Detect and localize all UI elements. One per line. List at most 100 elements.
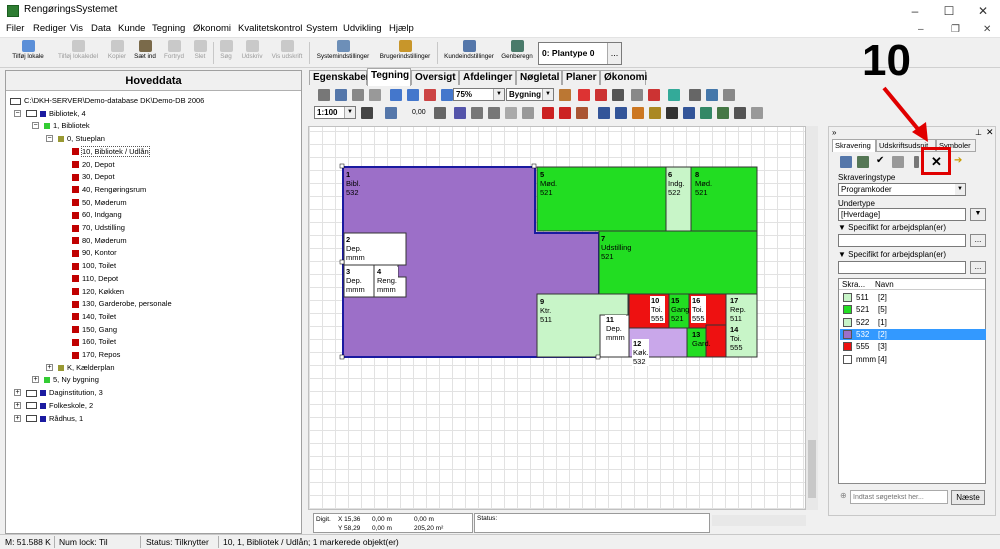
delete-point-icon[interactable] xyxy=(505,107,517,119)
window-icon[interactable] xyxy=(734,107,746,119)
furniture-icon[interactable] xyxy=(700,107,712,119)
tab-okonomi[interactable]: Økonomi xyxy=(600,70,647,85)
fill-red-2-icon[interactable] xyxy=(559,107,571,119)
tree-item[interactable]: 120, Køkken xyxy=(72,286,124,298)
line-color-icon[interactable] xyxy=(385,107,397,119)
fill-brown-icon[interactable] xyxy=(576,107,588,119)
export-icon[interactable] xyxy=(595,89,607,101)
tab-skravering[interactable]: Skravering xyxy=(832,139,876,152)
tree-item[interactable]: 110, Depot xyxy=(72,273,118,285)
edit-tool-icon[interactable] xyxy=(335,89,347,101)
monitor-icon[interactable] xyxy=(668,89,680,101)
select-icon[interactable] xyxy=(648,89,660,101)
system-settings-button[interactable]: Systemindstillinger xyxy=(313,40,373,66)
tree-item[interactable]: 80, Møderum xyxy=(72,235,127,247)
search-button[interactable]: Søg xyxy=(216,40,236,66)
drawing-canvas[interactable]: 1 Bibl. 532 2 Dep. mmm 3 Dep. mmm 4 Reng. mmm 5M… xyxy=(308,126,806,510)
legend-row[interactable]: 522 [1] xyxy=(840,317,986,328)
zoom-window-icon[interactable] xyxy=(369,89,381,101)
calendar-icon[interactable] xyxy=(559,89,571,101)
specific-plan-2-browse[interactable]: ... xyxy=(970,261,986,274)
search-input[interactable] xyxy=(850,490,948,504)
paste-button[interactable]: Sæt ind xyxy=(132,40,158,66)
tree-item[interactable]: 10, Bibliotek / Udlån xyxy=(72,145,150,158)
tab-oversigt[interactable]: Oversigt xyxy=(411,70,459,85)
snap-icon[interactable] xyxy=(434,107,446,119)
delete-button[interactable]: Slet xyxy=(190,40,210,66)
minimize-button[interactable]: – xyxy=(898,0,932,22)
print-preview-button[interactable]: Vis udskrift xyxy=(268,40,306,66)
selection-handle[interactable] xyxy=(531,163,537,169)
grid-icon[interactable] xyxy=(454,107,466,119)
tree-item[interactable]: − Bibliotek, 4 xyxy=(14,108,86,120)
menu-system[interactable]: System xyxy=(306,23,338,34)
selection-handle[interactable] xyxy=(339,354,345,360)
expand-icon[interactable]: + xyxy=(14,401,21,409)
mdi-minimize-button[interactable]: – xyxy=(918,24,924,35)
selection-handle[interactable] xyxy=(339,259,345,265)
legend-row[interactable]: 555 [3] xyxy=(840,341,986,352)
tree-item[interactable]: 170, Repos xyxy=(72,349,120,361)
menu-kvalitetskontrol[interactable]: Kvalitetskontrol xyxy=(238,23,302,34)
expand-icon[interactable]: + xyxy=(14,414,21,422)
measure-icon[interactable] xyxy=(598,107,610,119)
vertical-scroll-thumb[interactable] xyxy=(808,440,816,498)
collapse-icon[interactable]: − xyxy=(32,122,39,130)
skraveringstype-select[interactable]: Programkoder ▼ xyxy=(838,183,966,196)
symbol-icon[interactable] xyxy=(649,107,661,119)
door-icon[interactable] xyxy=(717,107,729,119)
tree-item[interactable]: 20, Depot xyxy=(72,159,115,171)
mdi-restore-button[interactable]: ❐ xyxy=(951,24,960,35)
panel-pin-icon[interactable]: ⊥ xyxy=(975,128,982,137)
menu-data[interactable]: Data xyxy=(91,23,111,34)
menu-rediger[interactable]: Rediger xyxy=(33,23,66,34)
add-room-part-button[interactable]: Tilføj lokaledel xyxy=(52,40,104,66)
selection-handle[interactable] xyxy=(595,354,601,360)
panel-collapse-icon[interactable]: » xyxy=(832,128,836,137)
layers-icon[interactable] xyxy=(612,89,624,101)
tree-item[interactable]: 100, Toilet xyxy=(72,260,116,272)
tree-item[interactable]: 70, Udstilling xyxy=(72,222,125,234)
undertype-select[interactable]: [Hverdage] xyxy=(838,208,966,221)
collapse-icon[interactable]: − xyxy=(14,109,21,117)
expand-icon[interactable]: + xyxy=(32,376,39,384)
filter-icon[interactable] xyxy=(914,156,919,168)
tree-item[interactable]: 40, Rengøringsrum xyxy=(72,184,146,196)
plantype-browse-button[interactable]: ... xyxy=(607,43,621,64)
menu-hjaelp[interactable]: Hjælp xyxy=(389,23,414,34)
tree-item[interactable]: 50, Møderum xyxy=(72,197,127,209)
chart-icon[interactable] xyxy=(706,89,718,101)
legend-row[interactable]: 521 [5] xyxy=(840,304,986,315)
specific-plan-2-input[interactable] xyxy=(838,261,966,274)
tree-item[interactable]: + Rådhus, 1 xyxy=(14,413,83,425)
tab-planer[interactable]: Planer xyxy=(562,70,600,85)
polyline-tool-icon[interactable] xyxy=(488,107,500,119)
book-icon[interactable] xyxy=(689,89,701,101)
add-room-button[interactable]: Tilføj lokale xyxy=(6,40,50,66)
line-style-icon[interactable] xyxy=(361,107,373,119)
customer-settings-button[interactable]: Kundeindstillinger xyxy=(441,40,497,66)
expand-icon[interactable]: + xyxy=(14,389,21,397)
legend-header-name[interactable]: Navn xyxy=(875,280,894,289)
tree-item[interactable]: + Folkeskole, 2 xyxy=(14,400,93,412)
close-button[interactable]: ✕ xyxy=(966,0,1000,22)
zoom-fit-icon[interactable] xyxy=(424,89,436,101)
specific-plan-1-browse[interactable]: ... xyxy=(970,234,986,247)
arrow-right-icon[interactable]: ➔ xyxy=(954,155,962,166)
tree-item[interactable]: 150, Gang xyxy=(72,324,117,336)
table-icon[interactable] xyxy=(840,156,852,168)
undo-button[interactable]: Fortryd xyxy=(161,40,187,66)
info-icon[interactable] xyxy=(723,89,735,101)
legend-header-code[interactable]: Skra... xyxy=(842,280,865,289)
undertype-dropdown-button[interactable]: ▼ xyxy=(970,208,986,221)
text-icon[interactable] xyxy=(632,107,644,119)
expand-icon[interactable]: + xyxy=(46,363,53,371)
copy-button[interactable]: Kopier xyxy=(106,40,128,66)
dimension-icon[interactable] xyxy=(615,107,627,119)
zoom-extent-icon[interactable] xyxy=(441,89,453,101)
legend-row[interactable]: mmm [4] xyxy=(840,354,986,365)
menu-tegning[interactable]: Tegning xyxy=(152,23,185,34)
document-icon[interactable] xyxy=(892,156,904,168)
tree-item[interactable]: 90, Kontor xyxy=(72,247,117,259)
zoom-in-icon[interactable] xyxy=(390,89,402,101)
